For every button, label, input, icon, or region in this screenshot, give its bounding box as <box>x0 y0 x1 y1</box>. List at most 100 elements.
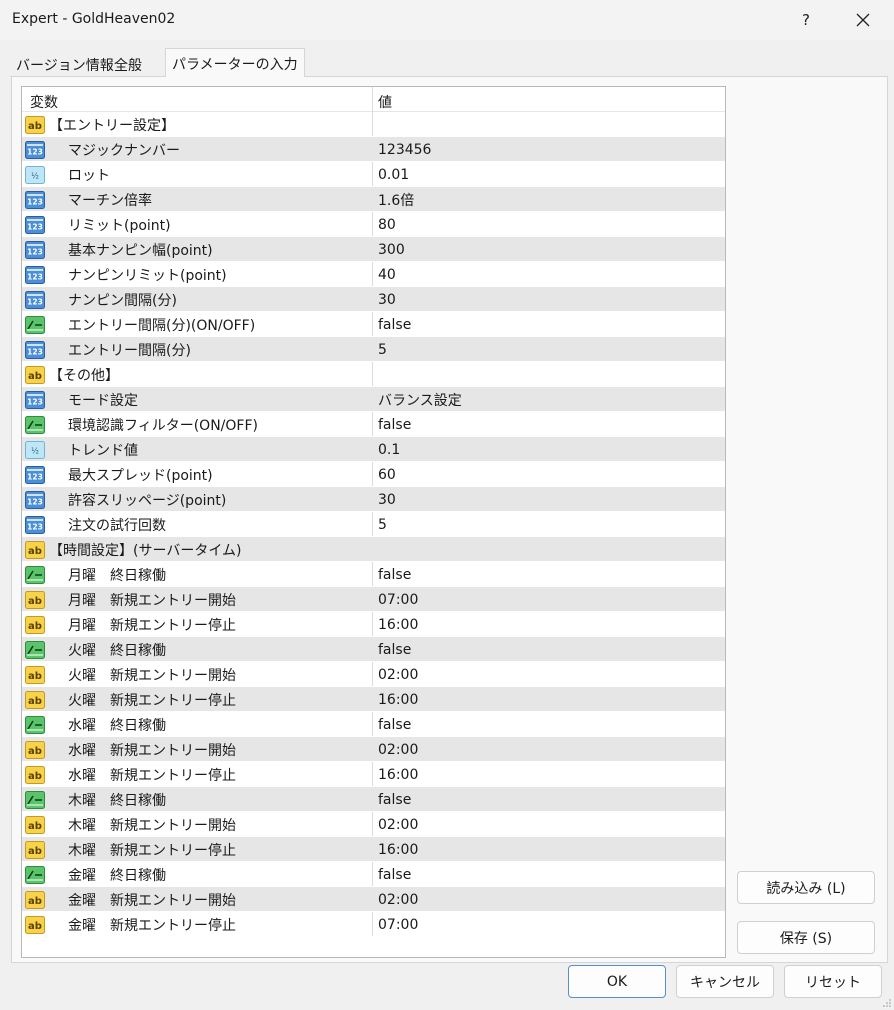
section-row[interactable]: ab 【その他】 <box>22 362 725 387</box>
parameter-name: エントリー間隔(分) <box>68 342 191 359</box>
parameter-value[interactable] <box>373 362 725 387</box>
save-button[interactable]: 保存 (S) <box>737 921 875 954</box>
svg-text:123: 123 <box>27 347 43 356</box>
ok-button[interactable]: OK <box>568 965 666 998</box>
parameter-row[interactable]: 123 最大スプレッド(point) 60 <box>22 462 725 487</box>
double-type-icon: ½ <box>25 440 45 459</box>
window-title: Expert - GoldHeaven02 <box>12 11 176 27</box>
parameter-value[interactable] <box>373 112 725 137</box>
parameter-row[interactable]: ab 水曜 新規エントリー停止 16:00 <box>22 762 725 787</box>
parameter-row[interactable]: 123 ナンピンリミット(point) 40 <box>22 262 725 287</box>
string-type-icon: ab <box>25 540 45 559</box>
parameter-value[interactable]: 123456 <box>373 137 725 162</box>
parameter-row[interactable]: エントリー間隔(分)(ON/OFF) false <box>22 312 725 337</box>
load-button[interactable]: 読み込み (L) <box>737 871 875 904</box>
parameter-value[interactable]: 07:00 <box>373 912 725 937</box>
parameter-value[interactable]: 5 <box>373 512 725 537</box>
parameter-value[interactable]: 30 <box>373 287 725 312</box>
parameter-name-cell: 123 許容スリッページ(point) <box>22 487 372 512</box>
parameter-value[interactable]: false <box>373 412 725 437</box>
help-button[interactable]: ? <box>783 0 829 40</box>
parameter-name: マジックナンバー <box>68 142 180 159</box>
svg-text:123: 123 <box>27 247 43 256</box>
column-header-variable[interactable]: 変数 <box>30 92 58 112</box>
parameter-row[interactable]: ab 月曜 新規エントリー停止 16:00 <box>22 612 725 637</box>
parameter-value[interactable]: 02:00 <box>373 737 725 762</box>
parameter-name: ナンピンリミット(point) <box>68 267 227 284</box>
parameter-row[interactable]: 123 リミット(point) 80 <box>22 212 725 237</box>
parameter-row[interactable]: ½ トレンド値 0.1 <box>22 437 725 462</box>
parameter-value[interactable]: 16:00 <box>373 837 725 862</box>
parameter-value[interactable]: 02:00 <box>373 812 725 837</box>
parameter-row[interactable]: 月曜 終日稼働 false <box>22 562 725 587</box>
column-header-value[interactable]: 値 <box>378 92 392 112</box>
parameter-row[interactable]: 123 許容スリッページ(point) 30 <box>22 487 725 512</box>
parameter-value[interactable] <box>373 537 725 562</box>
parameter-value[interactable]: 0.01 <box>373 162 725 187</box>
parameter-row[interactable]: ab 火曜 新規エントリー開始 02:00 <box>22 662 725 687</box>
parameter-row[interactable]: 水曜 終日稼働 false <box>22 712 725 737</box>
parameter-value[interactable]: false <box>373 562 725 587</box>
parameter-grid[interactable]: 変数 値 ab 【エントリー設定】 123 マジックナンバー 123456 ½ ロット 0.0… <box>21 86 726 958</box>
tab-version-info[interactable]: バージョン情報 <box>12 50 118 76</box>
parameter-value[interactable]: 40 <box>373 262 725 287</box>
integer-type-icon: 123 <box>25 290 45 309</box>
parameter-row[interactable]: ab 金曜 新規エントリー開始 02:00 <box>22 887 725 912</box>
parameter-row[interactable]: ab 木曜 新規エントリー開始 02:00 <box>22 812 725 837</box>
parameter-value[interactable]: false <box>373 637 725 662</box>
parameter-value[interactable]: バランス設定 <box>373 387 725 412</box>
parameter-value[interactable]: 02:00 <box>373 662 725 687</box>
parameter-row[interactable]: 123 マジックナンバー 123456 <box>22 137 725 162</box>
parameter-name-cell: ab 木曜 新規エントリー停止 <box>22 837 372 862</box>
svg-text:ab: ab <box>28 846 42 857</box>
parameter-row[interactable]: 金曜 終日稼働 false <box>22 862 725 887</box>
parameter-row[interactable]: 木曜 終日稼働 false <box>22 787 725 812</box>
svg-text:ab: ab <box>28 546 42 557</box>
parameter-name: 月曜 終日稼働 <box>68 567 166 584</box>
parameter-name-cell: 123 ナンピンリミット(point) <box>22 262 372 287</box>
parameter-row[interactable]: ab 月曜 新規エントリー開始 07:00 <box>22 587 725 612</box>
parameter-value[interactable]: 5 <box>373 337 725 362</box>
integer-type-icon: 123 <box>25 215 45 234</box>
parameter-value[interactable]: 60 <box>373 462 725 487</box>
parameter-row[interactable]: 123 エントリー間隔(分) 5 <box>22 337 725 362</box>
cancel-button[interactable]: キャンセル <box>676 965 774 998</box>
parameter-row[interactable]: 123 モード設定 バランス設定 <box>22 387 725 412</box>
svg-text:ab: ab <box>28 596 42 607</box>
parameter-value[interactable]: 07:00 <box>373 587 725 612</box>
parameter-value[interactable]: 30 <box>373 487 725 512</box>
parameter-value[interactable]: 80 <box>373 212 725 237</box>
section-row[interactable]: ab 【時間設定】(サーバータイム) <box>22 537 725 562</box>
parameter-value[interactable]: false <box>373 712 725 737</box>
parameter-value[interactable]: 0.1 <box>373 437 725 462</box>
parameter-value[interactable]: false <box>373 787 725 812</box>
parameter-value[interactable]: 16:00 <box>373 687 725 712</box>
tab-input-parameters[interactable]: パラメーターの入力 <box>165 48 305 77</box>
parameter-row[interactable]: ½ ロット 0.01 <box>22 162 725 187</box>
parameter-row[interactable]: ab 金曜 新規エントリー停止 07:00 <box>22 912 725 937</box>
parameter-row[interactable]: 環境認識フィルター(ON/OFF) false <box>22 412 725 437</box>
parameter-row[interactable]: 123 ナンピン間隔(分) 30 <box>22 287 725 312</box>
section-row[interactable]: ab 【エントリー設定】 <box>22 112 725 137</box>
parameter-value[interactable]: 1.6倍 <box>373 187 725 212</box>
parameter-value[interactable]: 16:00 <box>373 762 725 787</box>
parameter-name: 木曜 新規エントリー開始 <box>68 817 236 834</box>
parameter-value[interactable]: 02:00 <box>373 887 725 912</box>
parameter-row[interactable]: ab 火曜 新規エントリー停止 16:00 <box>22 687 725 712</box>
svg-text:123: 123 <box>27 522 43 531</box>
parameter-name: 金曜 終日稼働 <box>68 867 166 884</box>
resize-grip-icon[interactable] <box>882 998 892 1008</box>
parameter-value[interactable]: 300 <box>373 237 725 262</box>
parameter-row[interactable]: 123 注文の試行回数 5 <box>22 512 725 537</box>
tab-general[interactable]: 全般 <box>110 50 146 76</box>
parameter-row[interactable]: 火曜 終日稼働 false <box>22 637 725 662</box>
parameter-value[interactable]: false <box>373 862 725 887</box>
reset-button[interactable]: リセット <box>784 965 882 998</box>
parameter-row[interactable]: 123 基本ナンピン幅(point) 300 <box>22 237 725 262</box>
parameter-row[interactable]: 123 マーチン倍率 1.6倍 <box>22 187 725 212</box>
parameter-value[interactable]: false <box>373 312 725 337</box>
parameter-row[interactable]: ab 木曜 新規エントリー停止 16:00 <box>22 837 725 862</box>
close-button[interactable] <box>840 0 886 40</box>
parameter-row[interactable]: ab 水曜 新規エントリー開始 02:00 <box>22 737 725 762</box>
parameter-value[interactable]: 16:00 <box>373 612 725 637</box>
